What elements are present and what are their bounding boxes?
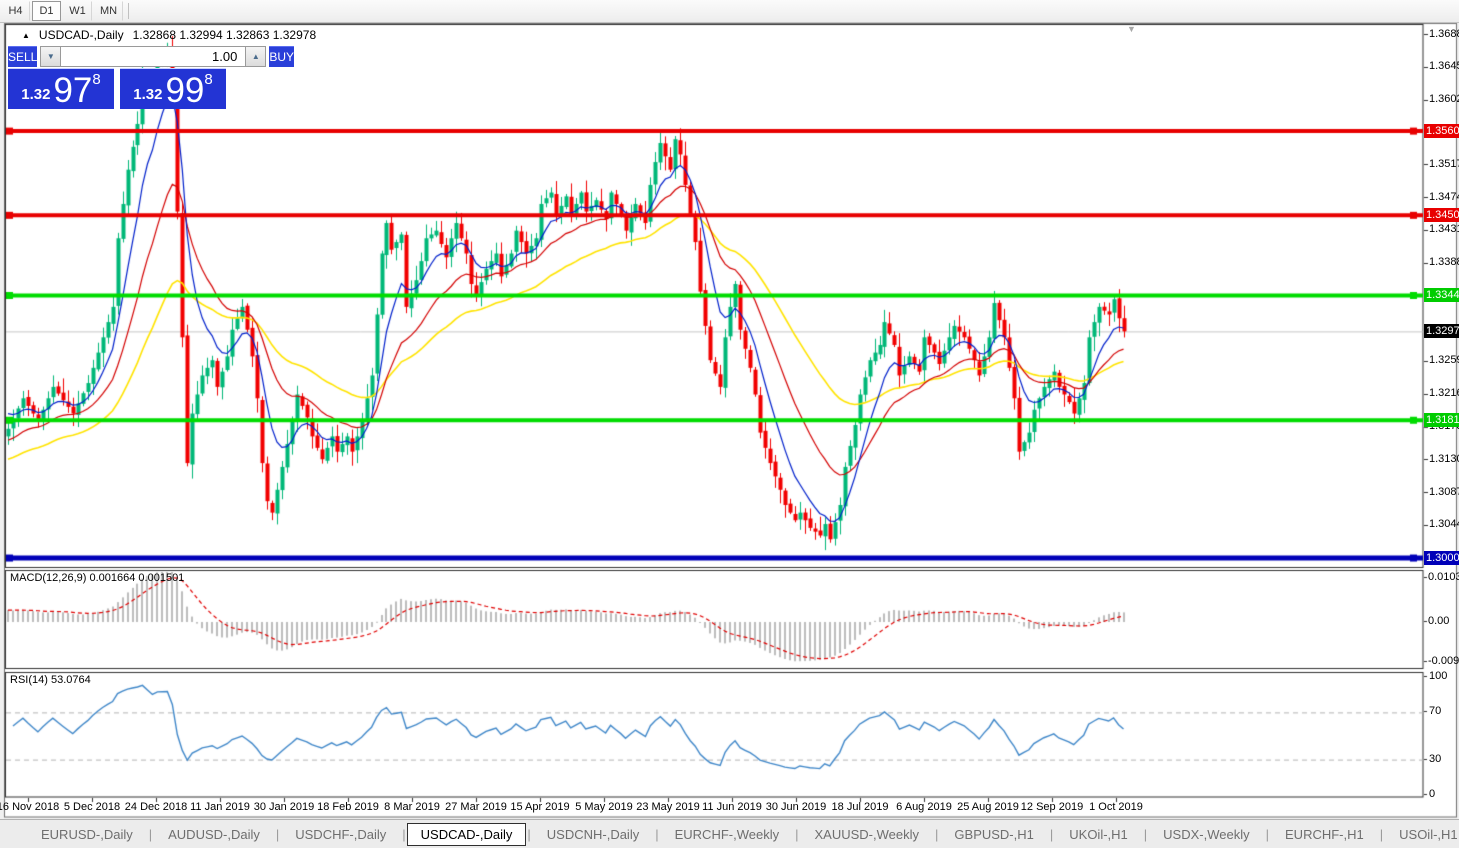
price-tick-label: 1.36880 bbox=[1429, 28, 1459, 40]
macd-label-row: MACD(12,26,9) 0.001664 0.001501 bbox=[10, 572, 184, 584]
volume-stepper: ▼ ▲ bbox=[40, 46, 266, 67]
date-axis-label: 18 Jul 2019 bbox=[832, 801, 889, 813]
buy-price-pip: 8 bbox=[204, 71, 212, 88]
date-axis-label: 18 Feb 2019 bbox=[317, 801, 379, 813]
date-axis-label: 5 May 2019 bbox=[575, 801, 632, 813]
tab-xauusd-weekly[interactable]: XAUUSD-,Weekly bbox=[800, 824, 935, 845]
tab-ukoil-h1[interactable]: UKOil-,H1 bbox=[1054, 824, 1143, 845]
sell-price-big: 97 bbox=[53, 76, 92, 107]
rsi-indicator-value: 53.0764 bbox=[51, 674, 91, 686]
price-tick-label: 1.34310 bbox=[1429, 223, 1459, 235]
timeframe-button-d1[interactable]: D1 bbox=[32, 1, 61, 21]
price-tick-label: 1.31300 bbox=[1429, 453, 1459, 465]
date-axis-label: 16 Nov 2018 bbox=[0, 801, 59, 813]
date-axis-label: 5 Dec 2018 bbox=[64, 801, 120, 813]
sell-price-pip: 8 bbox=[92, 71, 100, 88]
timeframe-button-w1[interactable]: W1 bbox=[63, 1, 92, 21]
tab-usdcnh-daily[interactable]: USDCNH-,Daily bbox=[532, 824, 654, 845]
tab-audusd-daily[interactable]: AUDUSD-,Daily bbox=[153, 824, 275, 845]
tab-eurusd-daily[interactable]: EURUSD-,Daily bbox=[26, 824, 148, 845]
sell-price-display[interactable]: 1.32 97 8 bbox=[8, 68, 114, 109]
chart-ohlc-values: 1.32868 1.32994 1.32863 1.32978 bbox=[133, 28, 317, 42]
price-line-badge: 1.31812 bbox=[1424, 413, 1459, 427]
date-axis-label: 27 Mar 2019 bbox=[445, 801, 507, 813]
volume-increase-icon[interactable]: ▲ bbox=[245, 46, 266, 67]
date-axis-label: 6 Aug 2019 bbox=[896, 801, 952, 813]
volume-decrease-icon[interactable]: ▼ bbox=[40, 46, 61, 67]
buy-price-big: 99 bbox=[165, 76, 204, 107]
price-line-badge: 1.32978 bbox=[1424, 324, 1459, 338]
collapse-triangle-icon[interactable]: ▲ bbox=[22, 31, 30, 40]
date-axis-label: 24 Dec 2018 bbox=[125, 801, 187, 813]
chart-symbol-title: USDCAD-,Daily bbox=[39, 28, 124, 42]
price-tick-label: 1.30440 bbox=[1429, 518, 1459, 530]
macd-indicator-values: 0.001664 0.001501 bbox=[89, 572, 184, 584]
macd-axis-label: -0.00920 bbox=[1428, 655, 1459, 667]
price-tick-label: 1.36020 bbox=[1429, 93, 1459, 105]
price-line-badge: 1.30004 bbox=[1424, 551, 1459, 565]
volume-input[interactable] bbox=[61, 46, 245, 67]
date-axis-label: 11 Jan 2019 bbox=[190, 801, 250, 813]
chart-tabs-bar: EURUSD-,Daily|AUDUSD-,Daily|USDCHF-,Dail… bbox=[0, 819, 1459, 848]
tab-usoil-h1[interactable]: USOil-,H1 bbox=[1384, 824, 1459, 845]
date-axis-label: 11 Jun 2019 bbox=[702, 801, 762, 813]
rsi-label-row: RSI(14) 53.0764 bbox=[10, 674, 91, 686]
price-line-badge: 1.33449 bbox=[1424, 288, 1459, 302]
tab-eurchf-weekly[interactable]: EURCHF-,Weekly bbox=[660, 824, 795, 845]
date-axis-label: 12 Sep 2019 bbox=[1021, 801, 1083, 813]
scroll-to-end-icon[interactable]: ▼ bbox=[1127, 24, 1136, 34]
sell-price-prefix: 1.32 bbox=[21, 86, 50, 103]
price-line-badge: 1.34501 bbox=[1424, 208, 1459, 222]
date-axis-label: 23 May 2019 bbox=[636, 801, 700, 813]
rsi-axis-label: 0 bbox=[1429, 788, 1435, 800]
toolbar-divider bbox=[128, 3, 129, 19]
date-axis-label: 25 Aug 2019 bbox=[957, 801, 1019, 813]
chart-canvas[interactable] bbox=[0, 0, 1459, 848]
price-tick-label: 1.34740 bbox=[1429, 191, 1459, 203]
one-click-trading-panel: SELL ▼ ▲ BUY 1.32 97 8 1.32 99 8 bbox=[8, 46, 226, 109]
date-axis-label: 30 Jun 2019 bbox=[766, 801, 827, 813]
tab-usdcad-daily[interactable]: USDCAD-,Daily bbox=[407, 823, 527, 846]
price-tick-label: 1.36450 bbox=[1429, 60, 1459, 72]
tab-gbpusd-h1[interactable]: GBPUSD-,H1 bbox=[939, 824, 1048, 845]
macd-axis-label: 0.00 bbox=[1428, 615, 1449, 627]
price-tick-label: 1.32590 bbox=[1429, 354, 1459, 366]
price-line-badge: 1.35606 bbox=[1424, 124, 1459, 138]
date-axis-label: 8 Mar 2019 bbox=[384, 801, 440, 813]
tab-eurchf-h1[interactable]: EURCHF-,H1 bbox=[1270, 824, 1379, 845]
macd-axis-label: 0.010311 bbox=[1428, 571, 1459, 583]
macd-indicator-label: MACD(12,26,9) bbox=[10, 572, 86, 584]
terminal-window: H4D1W1MN ▲ USDCAD-,Daily 1.32868 1.32994… bbox=[0, 0, 1459, 848]
timeframe-button-mn[interactable]: MN bbox=[94, 1, 123, 21]
timeframe-button-h4[interactable]: H4 bbox=[1, 1, 30, 21]
rsi-axis-label: 70 bbox=[1429, 705, 1441, 717]
price-tick-label: 1.33880 bbox=[1429, 256, 1459, 268]
price-tick-label: 1.35170 bbox=[1429, 158, 1459, 170]
date-axis-label: 15 Apr 2019 bbox=[510, 801, 569, 813]
buy-button[interactable]: BUY bbox=[269, 46, 294, 67]
date-axis-label: 30 Jan 2019 bbox=[254, 801, 315, 813]
buy-price-prefix: 1.32 bbox=[133, 86, 162, 103]
chart-header: ▲ USDCAD-,Daily 1.32868 1.32994 1.32863 … bbox=[22, 28, 316, 42]
rsi-indicator-label: RSI(14) bbox=[10, 674, 48, 686]
buy-price-display[interactable]: 1.32 99 8 bbox=[120, 68, 226, 109]
price-tick-label: 1.30870 bbox=[1429, 486, 1459, 498]
tab-usdx-weekly[interactable]: USDX-,Weekly bbox=[1148, 824, 1264, 845]
rsi-axis-label: 100 bbox=[1429, 670, 1447, 682]
date-axis-label: 1 Oct 2019 bbox=[1089, 801, 1143, 813]
tab-usdchf-daily[interactable]: USDCHF-,Daily bbox=[280, 824, 401, 845]
price-tick-label: 1.32160 bbox=[1429, 387, 1459, 399]
rsi-axis-label: 30 bbox=[1429, 753, 1441, 765]
sell-button[interactable]: SELL bbox=[8, 46, 37, 67]
timeframe-toolbar: H4D1W1MN bbox=[0, 0, 1459, 23]
